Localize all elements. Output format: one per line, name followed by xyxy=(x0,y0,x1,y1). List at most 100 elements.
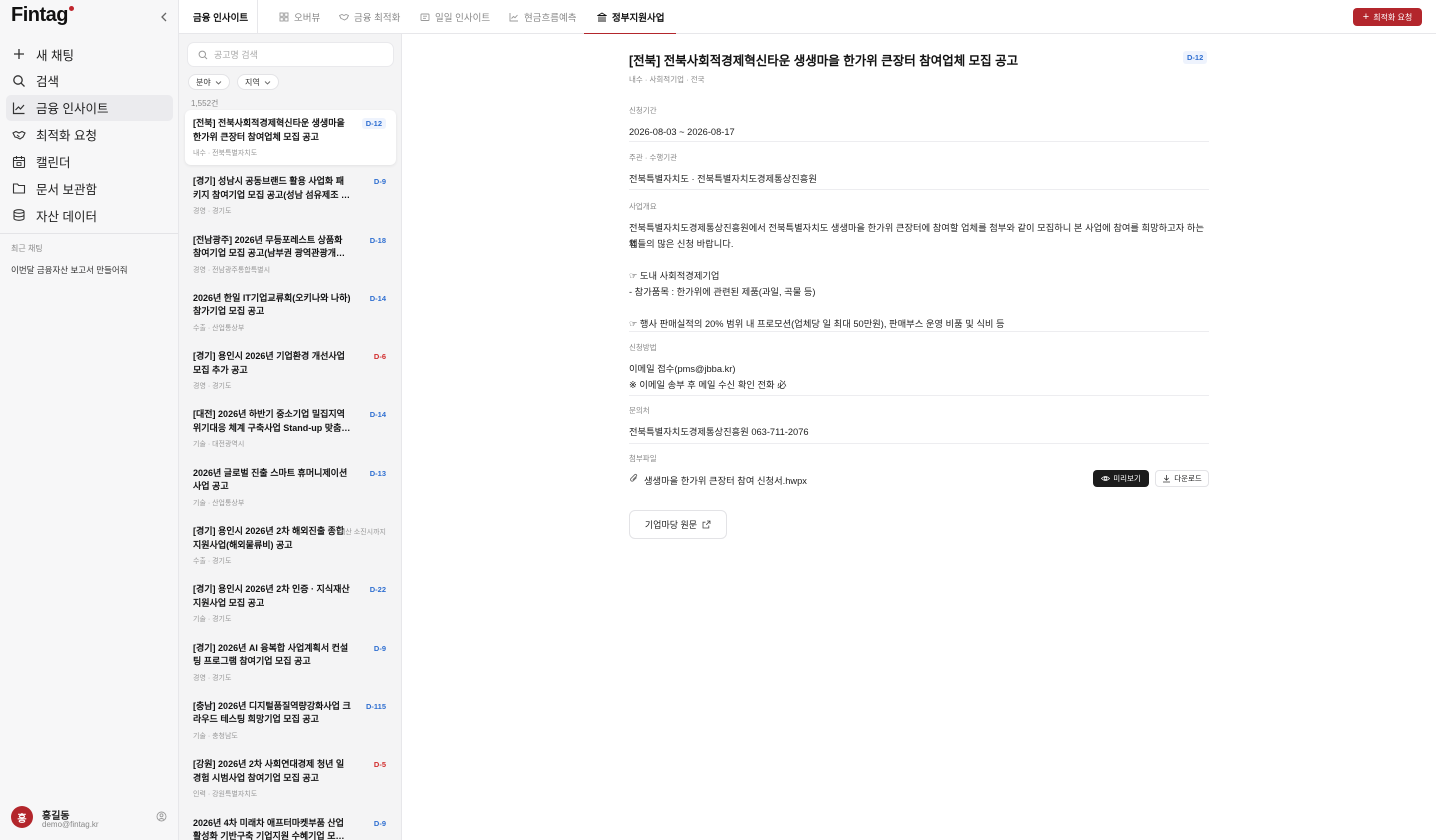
list-item-title: [경기] 용인시 2026년 2차 해외진출 종합지원사업(해외물류비) 공고 xyxy=(193,526,345,550)
summary-line: 전북특별자치도경제통상진흥원에서 전북특별자치도 생생마을 한가위 큰장터에 참… xyxy=(629,223,1205,249)
list-item[interactable]: [경기] 2026년 AI 융복합 사업계획서 컨설팅 프로그램 참여기업 모집… xyxy=(185,635,396,690)
sidebar-item-new-chat[interactable]: 새 채팅 xyxy=(6,41,173,67)
list-item-title: [전북] 전북사회적경제혁신타운 생생마을 한가위 큰장터 참여업체 모집 공고 xyxy=(193,118,345,142)
attachment-row: 생생마을 한가위 큰장터 참여 신청서.hwpx 미리보기 다운로드 xyxy=(629,470,1209,488)
list-item-title: [전남광주] 2026년 무등포레스트 상품화 참여기업 모집 공고(남부권 광… xyxy=(193,234,345,259)
search-box[interactable] xyxy=(187,42,394,67)
chevron-down-icon xyxy=(215,80,222,85)
sidebar-item-search[interactable]: 검색 xyxy=(6,68,173,94)
app-logo[interactable]: Fintag xyxy=(11,4,69,27)
eye-icon xyxy=(1101,476,1111,481)
deadline-badge: D-12 xyxy=(361,118,386,129)
section-label: 주관 · 수행기관 xyxy=(629,153,678,162)
announcement-list-panel: 분야 지역 1,552건 [전북] 전북사회적경제혁신타운 생생마을 한가위 큰… xyxy=(179,34,402,840)
attachment-filename[interactable]: 생생마을 한가위 큰장터 참여 신청서.hwpx xyxy=(644,473,807,487)
tab-overview[interactable]: 오버뷰 xyxy=(279,0,320,34)
list-item-meta: 기술 · 산업통상부 xyxy=(193,499,245,507)
sidebar-item-label: 새 채팅 xyxy=(36,48,74,63)
top-bar: 금융 인사이트 오버뷰 금융 최적화 일일 인사이트 현금흐름예측 정부지원사업… xyxy=(179,0,1436,35)
section-title[interactable]: 금융 인사이트 xyxy=(193,0,248,34)
tag: 사회적기업 xyxy=(649,75,685,84)
list-item[interactable]: [전북] 전북사회적경제혁신타운 생생마을 한가위 큰장터 참여업체 모집 공고… xyxy=(185,110,396,165)
detail-title: [전북] 전북사회적경제혁신타운 생생마을 한가위 큰장터 참여업체 모집 공고 xyxy=(629,54,1019,68)
deadline-badge: D-9 xyxy=(373,177,386,187)
tab-cashflow-forecast[interactable]: 현금흐름예측 xyxy=(509,0,576,34)
list-item-meta: 수출 · 산업통상부 xyxy=(193,324,245,332)
tab-government-support[interactable]: 정부지원사업 xyxy=(583,0,677,35)
tab-label: 현금흐름예측 xyxy=(524,13,577,24)
tab-label: 일일 인사이트 xyxy=(435,13,491,24)
tag: 내수 xyxy=(629,75,643,84)
original-source-button[interactable]: 기업마당 원문 xyxy=(629,510,727,539)
deadline-badge: D-14 xyxy=(369,293,386,303)
tag: 전국 xyxy=(690,75,705,84)
list-item[interactable]: [강원] 2026년 2차 사회연대경제 청년 일경험 시범사업 참여기업 모집… xyxy=(185,751,396,806)
list-item[interactable]: 2026년 한일 IT기업교류회(오키나와 나하) 참가기업 모집 공고 수출 ·… xyxy=(185,285,396,340)
chart-line-icon xyxy=(12,101,26,115)
list-item[interactable]: [전남광주] 2026년 무등포레스트 상품화 참여기업 모집 공고(남부권 광… xyxy=(185,227,396,282)
section-divider xyxy=(629,189,1209,190)
tab-daily-insight[interactable]: 일일 인사이트 xyxy=(420,0,490,34)
sidebar-nav: 새 채팅 검색 금융 인사이트 최적화 요청 캘린더 문서 보관함 자산 데이터 xyxy=(6,41,173,229)
button-label: 기업마당 원문 xyxy=(644,520,698,530)
deadline-badge: D-6 xyxy=(373,352,386,362)
paperclip-icon xyxy=(629,473,639,483)
button-label: 미리보기 xyxy=(1113,474,1141,483)
search-icon xyxy=(12,74,26,88)
user-profile[interactable]: 홍 홍길동 demo@fintag.kr xyxy=(11,806,171,830)
calendar-icon xyxy=(12,155,26,169)
list-item[interactable]: [경기] 용인시 2026년 2차 인증 · 지식재산 지원사업 모집 공고 기술… xyxy=(185,576,396,631)
grid-icon xyxy=(279,12,289,22)
list-item[interactable]: [대전] 2026년 하반기 중소기업 밀집지역 위기대응 체계 구축사업 St… xyxy=(185,401,396,456)
list-item-meta: 인력 · 강원특별자치도 xyxy=(193,791,258,799)
list-item[interactable]: [경기] 용인시 2026년 기업환경 개선사업 모집 추가 공고 경영 · 경기… xyxy=(185,343,396,398)
sidebar: Fintag 새 채팅 검색 금융 인사이트 최적화 요청 캘린더 문서 보관함 xyxy=(0,0,179,840)
button-label: 다운로드 xyxy=(1174,474,1202,483)
user-settings-icon[interactable] xyxy=(156,811,167,822)
preview-button[interactable]: 미리보기 xyxy=(1093,470,1149,487)
deadline-badge: 예산 소진시까지 xyxy=(338,529,386,537)
search-input[interactable] xyxy=(214,49,384,60)
sidebar-item-finance-insight[interactable]: 금융 인사이트 xyxy=(6,94,173,121)
filter-category-dropdown[interactable]: 분야 xyxy=(188,74,230,90)
method-line: ※ 이메일 송부 후 메일 수신 확인 전화 必 xyxy=(629,380,787,390)
tab-divider xyxy=(257,0,258,34)
contact-value: 전북특별자치도경제통상진흥원 063-711-2076 xyxy=(629,427,809,437)
list-item-title: 2026년 4차 미래차 애프터마켓부품 산업 활성화 기반구축 기업지원 수혜… xyxy=(193,817,344,840)
filter-region-dropdown[interactable]: 지역 xyxy=(237,74,279,90)
list-item-meta: 경영 · 경기도 xyxy=(193,674,232,682)
summary-line xyxy=(629,300,1209,316)
detail-tags: 내수 · 사회적기업 · 전국 xyxy=(629,75,705,84)
recent-chat-item[interactable]: 이번달 금융자산 보고서 만들어줘 xyxy=(11,264,128,276)
summary-line: ☞ 행사 판매실적의 20% 범위 내 프로모션(업체당 일 최대 50만원),… xyxy=(629,319,1005,329)
list-item[interactable]: [충남] 2026년 디지털품질역량강화사업 크라우드 테스팅 희망기업 모집 … xyxy=(185,693,396,748)
section-label: 신청기간 xyxy=(629,106,657,115)
sidebar-item-asset-data[interactable]: 자산 데이터 xyxy=(6,202,173,228)
tab-label: 정부지원사업 xyxy=(612,13,665,24)
list-item[interactable]: 2026년 4차 미래차 애프터마켓부품 산업 활성화 기반구축 기업지원 수혜… xyxy=(185,810,396,840)
sidebar-item-label: 캘린더 xyxy=(36,156,71,171)
sidebar-item-optimization[interactable]: 최적화 요청 xyxy=(6,122,173,148)
deadline-badge: D-9 xyxy=(373,818,386,828)
deadline-badge: D-18 xyxy=(369,235,386,245)
list-item-title: [대전] 2026년 하반기 중소기업 밀집지역 위기대응 체계 구축사업 St… xyxy=(193,409,350,433)
list-item[interactable]: [경기] 성남시 공동브랜드 활용 사업화 패키지 참여기업 모집 공고(성남 … xyxy=(185,168,396,223)
list-item[interactable]: 2026년 글로벌 진출 스마트 휴머니제이션 사업 공고 기술 · 산업통상부 D… xyxy=(185,460,396,515)
method-section: 신청방법 이메일 접수(pms@jbba.kr) ※ 이메일 송부 후 메일 수… xyxy=(629,342,1209,393)
recent-chats-title: 최근 채팅 xyxy=(11,244,43,253)
summary-line xyxy=(629,252,1209,268)
optimization-request-button[interactable]: + 최적화 요청 xyxy=(1353,8,1422,26)
summary-line: ☞ 도내 사회적경제기업 xyxy=(629,271,720,281)
sidebar-item-documents[interactable]: 문서 보관함 xyxy=(6,175,173,201)
sidebar-item-calendar[interactable]: 캘린더 xyxy=(6,149,173,175)
sidebar-item-label: 자산 데이터 xyxy=(36,209,97,224)
list-item[interactable]: [경기] 용인시 2026년 2차 해외진출 종합지원사업(해외물류비) 공고 수… xyxy=(185,518,396,573)
tab-label: 금융 최적화 xyxy=(354,13,401,24)
result-count: 1,552건 xyxy=(191,99,219,108)
collapse-sidebar-icon[interactable] xyxy=(158,10,170,24)
chevron-down-icon xyxy=(264,80,271,85)
tab-finance-optimization[interactable]: 금융 최적화 xyxy=(339,0,400,34)
section-label: 사업개요 xyxy=(629,202,657,211)
download-button[interactable]: 다운로드 xyxy=(1155,470,1209,487)
list-item-meta: 내수 · 전북특별자치도 xyxy=(193,150,258,157)
